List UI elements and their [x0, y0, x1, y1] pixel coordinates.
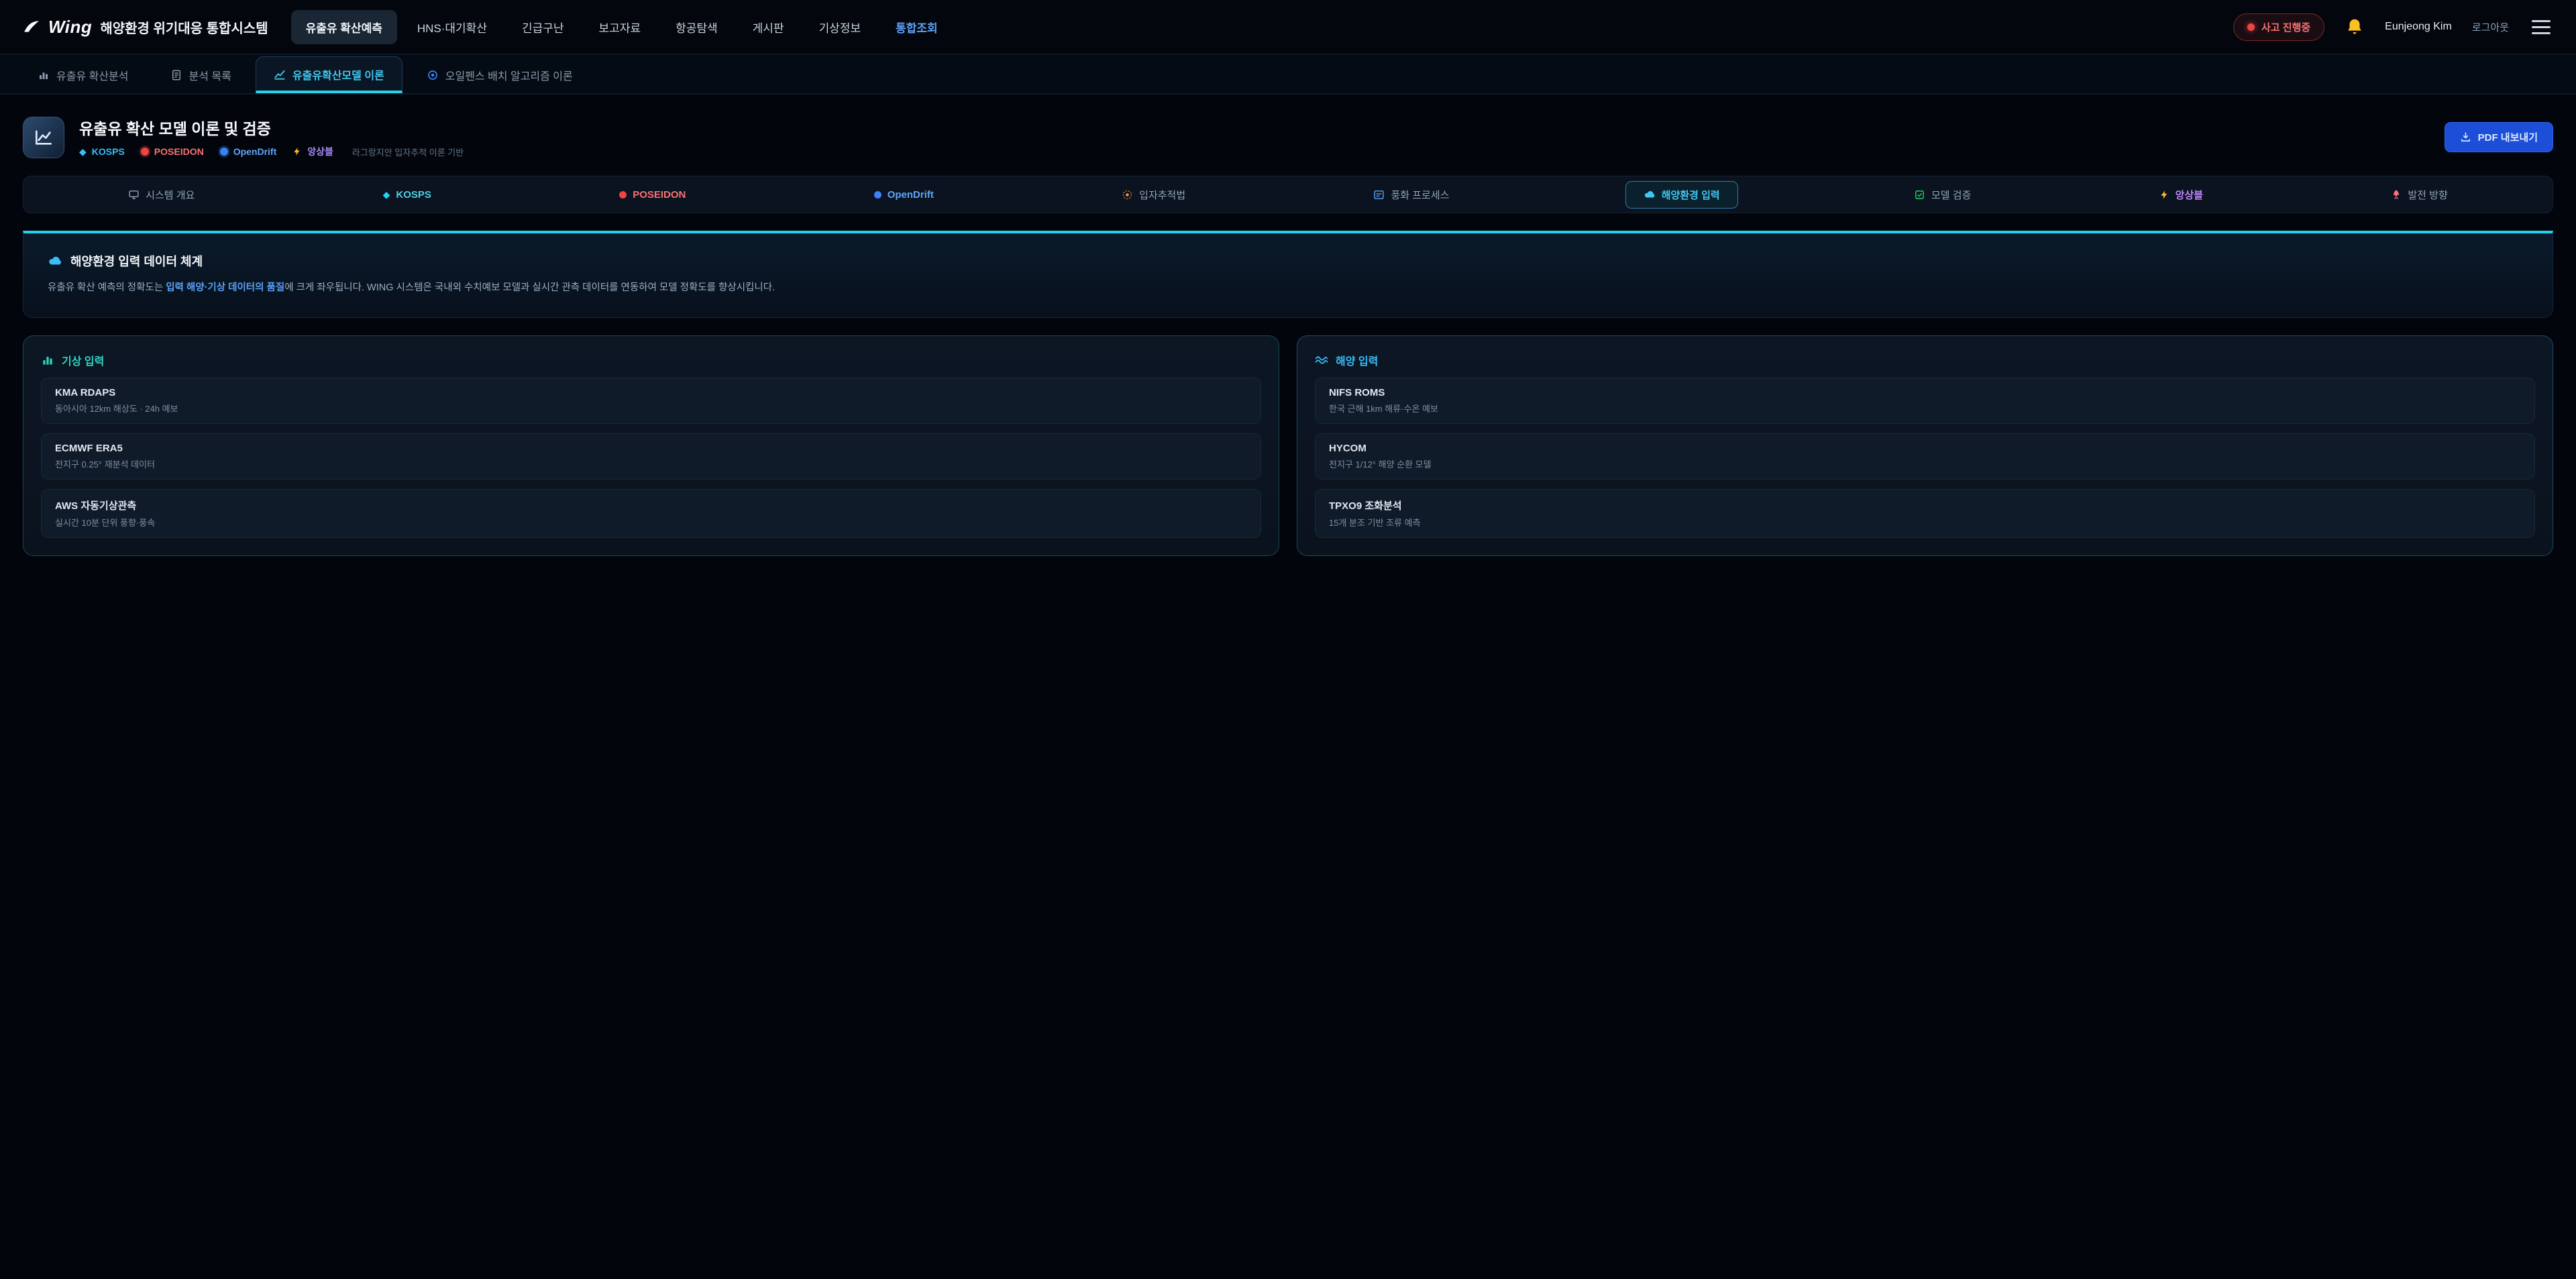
blue-dot-icon: [874, 191, 881, 199]
cloud-icon: [1644, 188, 1656, 201]
ocean-input-intro-panel: 해양환경 입력 데이터 체계 유출유 확산 예측의 정확도는 입력 해양·기상 …: [23, 231, 2553, 318]
intro-title: 해양환경 입력 데이터 체계: [70, 252, 203, 270]
hamburger-icon: [2532, 20, 2551, 22]
sub-tab-bar: 유출유 확산분석 분석 목록 유출유확산모델 이론 오일펜스 배치 알고리즘 이…: [0, 55, 2576, 95]
badge-opendrift: OpenDrift: [220, 146, 277, 157]
tab-model-theory[interactable]: 유출유확산모델 이론: [256, 56, 402, 93]
nav-board[interactable]: 게시판: [738, 10, 799, 44]
secnav-ocean-input[interactable]: 해양환경 입력: [1625, 181, 1738, 209]
list-item[interactable]: KMA RDAPS 동아시아 12km 해상도 · 24h 예보: [41, 378, 1261, 424]
diamond-icon: ◆: [79, 147, 87, 156]
secnav-weathering[interactable]: 풍화 프로세스: [1361, 182, 1461, 208]
particle-orbit-icon: [1122, 189, 1133, 201]
nav-reports[interactable]: 보고자료: [584, 10, 656, 44]
app-logo[interactable]: Wing 해양환경 위기대응 통합시스템: [23, 17, 268, 38]
tab-analysis-list[interactable]: 분석 목록: [153, 57, 249, 93]
app-title: 해양환경 위기대응 통합시스템: [100, 17, 268, 37]
document-icon: [170, 69, 182, 81]
secnav-model-validation[interactable]: 모델 검증: [1902, 182, 1983, 208]
list-item[interactable]: HYCOM 전지구 1/12° 해양 순환 모델: [1315, 433, 2535, 480]
secnav-opendrift[interactable]: OpenDrift: [862, 183, 946, 207]
top-bar: Wing 해양환경 위기대응 통합시스템 유출유 확산예측 HNS·대기확산 긴…: [0, 0, 2576, 55]
intro-highlight: 입력 해양·기상 데이터의 품질: [166, 282, 284, 293]
secnav-particle-tracking[interactable]: 입자추적법: [1110, 182, 1197, 208]
badge-poseidon: POSEIDON: [141, 146, 204, 157]
ocean-input-card: 해양 입력 NIFS ROMS 한국 근해 1km 해류·수온 예보 HYCOM…: [1297, 335, 2553, 556]
list-item[interactable]: ECMWF ERA5 전지구 0.25° 재분석 데이터: [41, 433, 1261, 480]
top-bar-right: 사고 진행중 Eunjeong Kim 로그아웃: [2233, 13, 2553, 41]
page-header: 유출유 확산 모델 이론 및 검증 ◆ KOSPS POSEIDON OpenD…: [0, 95, 2576, 172]
rocket-icon: [2391, 189, 2402, 200]
list-item[interactable]: NIFS ROMS 한국 근해 1km 해류·수온 예보: [1315, 378, 2535, 424]
data-source-cards: 기상 입력 KMA RDAPS 동아시아 12km 해상도 · 24h 예보 E…: [23, 335, 2553, 556]
blue-dot-icon: [220, 148, 228, 156]
model-badge-row: ◆ KOSPS POSEIDON OpenDrift 앙상블 라: [79, 145, 464, 158]
tab-oil-dispersion-analysis[interactable]: 유출유 확산분석: [20, 57, 146, 93]
secnav-roadmap[interactable]: 발전 방향: [2379, 182, 2459, 208]
section-nav: 시스템 개요 ◆ KOSPS POSEIDON OpenDrift 입자추적법 …: [23, 176, 2553, 213]
secnav-ensemble[interactable]: 앙상블: [2147, 182, 2215, 208]
trend-line-icon: [274, 68, 286, 80]
nav-integrated-search[interactable]: 통합조회: [881, 10, 953, 44]
nav-hns-atmospheric[interactable]: HNS·대기확산: [402, 10, 502, 44]
nav-emergency-rescue[interactable]: 긴급구난: [507, 10, 579, 44]
cloud-icon: [48, 254, 62, 268]
intro-paragraph: 유출유 확산 예측의 정확도는 입력 해양·기상 데이터의 품질에 크게 좌우됩…: [48, 280, 2528, 296]
logout-link[interactable]: 로그아웃: [2472, 20, 2509, 34]
incident-label: 사고 진행중: [2261, 20, 2310, 34]
intro-heading-row: 해양환경 입력 데이터 체계: [48, 252, 2528, 270]
secnav-system-overview[interactable]: 시스템 개요: [116, 182, 207, 208]
wave-icon: [1315, 353, 1328, 367]
pdf-export-button[interactable]: PDF 내보내기: [2445, 122, 2553, 152]
incident-status-badge[interactable]: 사고 진행중: [2233, 13, 2324, 41]
monitor-icon: [128, 189, 140, 201]
weather-input-card: 기상 입력 KMA RDAPS 동아시아 12km 해상도 · 24h 예보 E…: [23, 335, 1279, 556]
list-item[interactable]: TPXO9 조화분석 15개 분조 기반 조류 예측: [1315, 489, 2535, 538]
badge-kosps: ◆ KOSPS: [79, 146, 125, 157]
incident-dot-icon: [2247, 23, 2255, 31]
download-icon: [2460, 131, 2471, 143]
area-chart-icon: [33, 127, 54, 148]
layers-wave-icon: [1373, 189, 1385, 201]
wing-logo-icon: [23, 18, 40, 36]
weather-card-title: 기상 입력: [62, 352, 104, 368]
bar-chart-icon: [38, 69, 50, 81]
page-subtitle: 라그랑지안 입자추적 이론 기반: [352, 146, 464, 158]
nav-weather-info[interactable]: 기상정보: [804, 10, 876, 44]
nav-aerial-search[interactable]: 항공탐색: [661, 10, 733, 44]
bell-icon: [2345, 17, 2365, 37]
red-dot-icon: [141, 148, 149, 156]
page-title-block: 유출유 확산 모델 이론 및 검증 ◆ KOSPS POSEIDON OpenD…: [79, 116, 464, 158]
badge-ensemble: 앙상블: [292, 145, 333, 158]
secnav-kosps[interactable]: ◆ KOSPS: [371, 183, 443, 207]
circle-target-icon: [427, 69, 439, 81]
list-item[interactable]: AWS 자동기상관측 실시간 10분 단위 풍향·풍속: [41, 489, 1261, 538]
menu-button[interactable]: [2529, 13, 2553, 41]
red-dot-icon: [619, 191, 627, 199]
notifications-button[interactable]: [2345, 17, 2365, 37]
lightning-icon: [292, 147, 302, 156]
page-title: 유출유 확산 모델 이론 및 검증: [79, 116, 464, 139]
ocean-card-title: 해양 입력: [1336, 352, 1378, 368]
weather-card-title-row: 기상 입력: [41, 352, 1261, 368]
diamond-icon: ◆: [383, 190, 390, 199]
nav-oil-dispersion[interactable]: 유출유 확산예측: [291, 10, 397, 44]
check-square-icon: [1914, 189, 1925, 201]
main-nav: 유출유 확산예측 HNS·대기확산 긴급구난 보고자료 항공탐색 게시판 기상정…: [291, 10, 953, 44]
tab-oil-fence-theory[interactable]: 오일펜스 배치 알고리즘 이론: [409, 57, 590, 93]
brand-wordmark: Wing: [48, 17, 92, 38]
page-content: 유출유 확산 모델 이론 및 검증 ◆ KOSPS POSEIDON OpenD…: [0, 95, 2576, 556]
bar-chart-icon: [41, 353, 54, 367]
lightning-icon: [2159, 190, 2169, 200]
ocean-card-title-row: 해양 입력: [1315, 352, 2535, 368]
user-name: Eunjeong Kim: [2385, 21, 2452, 33]
page-icon: [23, 117, 64, 158]
secnav-poseidon[interactable]: POSEIDON: [607, 183, 698, 207]
